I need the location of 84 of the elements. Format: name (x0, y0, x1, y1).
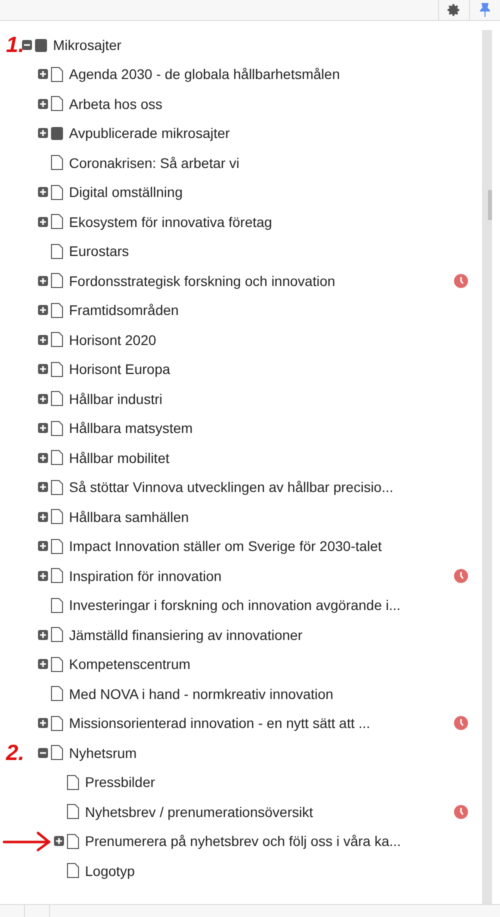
expand-toggle[interactable] (38, 541, 48, 552)
tree-item[interactable]: Framtidsområden (69, 302, 476, 318)
tree-item[interactable]: Jämställd finansiering av innovationer (69, 626, 476, 643)
expand-toggle[interactable] (38, 452, 48, 463)
tree-item[interactable]: Logotyp (85, 862, 476, 879)
page-icon (51, 480, 63, 495)
expand-toggle[interactable] (38, 659, 48, 670)
expand-toggle[interactable] (38, 187, 48, 198)
page-icon (67, 834, 79, 849)
page-icon (67, 804, 79, 820)
page-icon (51, 155, 63, 170)
expand-toggle[interactable] (38, 718, 48, 728)
page-icon (51, 362, 63, 377)
pin-icon (480, 3, 490, 17)
page-icon (51, 509, 63, 524)
tree-item[interactable]: Arbeta hos oss (69, 96, 476, 112)
expand-toggle[interactable] (38, 276, 48, 286)
tree-item[interactable]: Eurostars (69, 243, 476, 260)
expand-toggle[interactable] (38, 394, 48, 404)
tree-item[interactable]: Med NOVA i hand - normkreativ innovation (69, 686, 476, 702)
expand-toggle[interactable] (38, 305, 48, 316)
page-icon (51, 598, 63, 613)
handwritten-note: 2. (6, 740, 24, 766)
expand-toggle[interactable] (38, 334, 48, 345)
page-icon (51, 391, 63, 406)
tree-item[interactable]: Pressbilder (85, 774, 476, 790)
expand-toggle[interactable] (38, 482, 48, 492)
page-icon (51, 273, 63, 288)
tree-item[interactable]: Fordonsstrategisk forskning och innovation (69, 272, 454, 289)
page-icon (51, 745, 63, 760)
collapse-toggle[interactable] (38, 748, 48, 758)
tree-item[interactable]: Hållbar industri (69, 390, 476, 407)
page-icon (51, 184, 63, 200)
collapse-toggle[interactable] (22, 40, 32, 50)
tree-item[interactable]: Avpublicerade mikrosajter (69, 125, 476, 142)
expand-toggle[interactable] (54, 836, 64, 846)
tree-item[interactable]: Nyhetsbrev / prenumerationsöversikt (85, 804, 454, 820)
page-icon (51, 716, 63, 731)
page-icon (51, 214, 63, 230)
page-icon (51, 244, 63, 259)
expand-toggle[interactable] (38, 423, 48, 434)
tree-item[interactable]: Horisont 2020 (69, 332, 476, 348)
tree-item[interactable]: Coronakrisen: Så arbetar vi (69, 154, 476, 171)
expand-toggle[interactable] (38, 216, 48, 227)
page-icon (51, 568, 63, 584)
tree-item[interactable]: Ekosystem för innovativa företag (69, 214, 476, 230)
tree-item[interactable]: Impact Innovation ställer om Sverige för 2030-talet (69, 538, 476, 554)
expand-toggle[interactable] (38, 630, 48, 640)
page-icon (51, 332, 63, 348)
page-icon (67, 863, 79, 878)
page-icon (51, 538, 63, 554)
scrollbar[interactable] (482, 30, 492, 904)
page-icon (51, 450, 63, 466)
expand-toggle[interactable] (38, 512, 48, 522)
tree-item[interactable]: Inspiration för innovation (69, 568, 454, 584)
page-icon (51, 420, 63, 436)
expand-toggle[interactable] (38, 570, 48, 581)
tree-item[interactable]: Agenda 2030 - de globala hållbarhetsmålen (69, 66, 476, 82)
page-icon (51, 66, 63, 82)
tree-item[interactable]: Så stöttar Vinnova utvecklingen av hållbar precisio... (69, 479, 476, 496)
tree-item[interactable]: Hållbara samhällen (69, 508, 476, 525)
gear-icon (447, 3, 461, 17)
handwritten-note: 1. (6, 32, 24, 58)
page-icon (51, 656, 63, 672)
tree-item[interactable]: Kompetenscentrum (69, 656, 476, 672)
arrow-annotation-icon (2, 830, 52, 852)
tree-item[interactable]: Nyhetsrum (69, 744, 476, 761)
tree-item[interactable]: Investeringar i forskning och innovation avgörande i... (69, 597, 476, 614)
page-icon (51, 302, 63, 318)
tree-item[interactable]: Horisont Europa (69, 361, 476, 378)
page-icon (51, 686, 63, 702)
tree-item[interactable]: Hållbar mobilitet (69, 450, 476, 466)
page-icon (51, 96, 63, 112)
tree-item[interactable]: Digital omställning (69, 184, 476, 200)
expand-toggle[interactable] (38, 128, 48, 138)
page-icon (67, 774, 79, 790)
tree-item[interactable]: Prenumerera på nyhetsbrev och följ oss i våra ka... (85, 833, 476, 850)
tree-item[interactable]: Missionsorienterad innovation - en nytt sätt att ... (69, 715, 454, 732)
expand-toggle[interactable] (38, 364, 48, 374)
tree-item[interactable]: Mikrosajter (53, 36, 476, 53)
expand-toggle[interactable] (38, 98, 48, 109)
page-icon (51, 627, 63, 642)
expand-toggle[interactable] (38, 69, 48, 80)
tree-item[interactable]: Hållbara matsystem (69, 420, 476, 436)
